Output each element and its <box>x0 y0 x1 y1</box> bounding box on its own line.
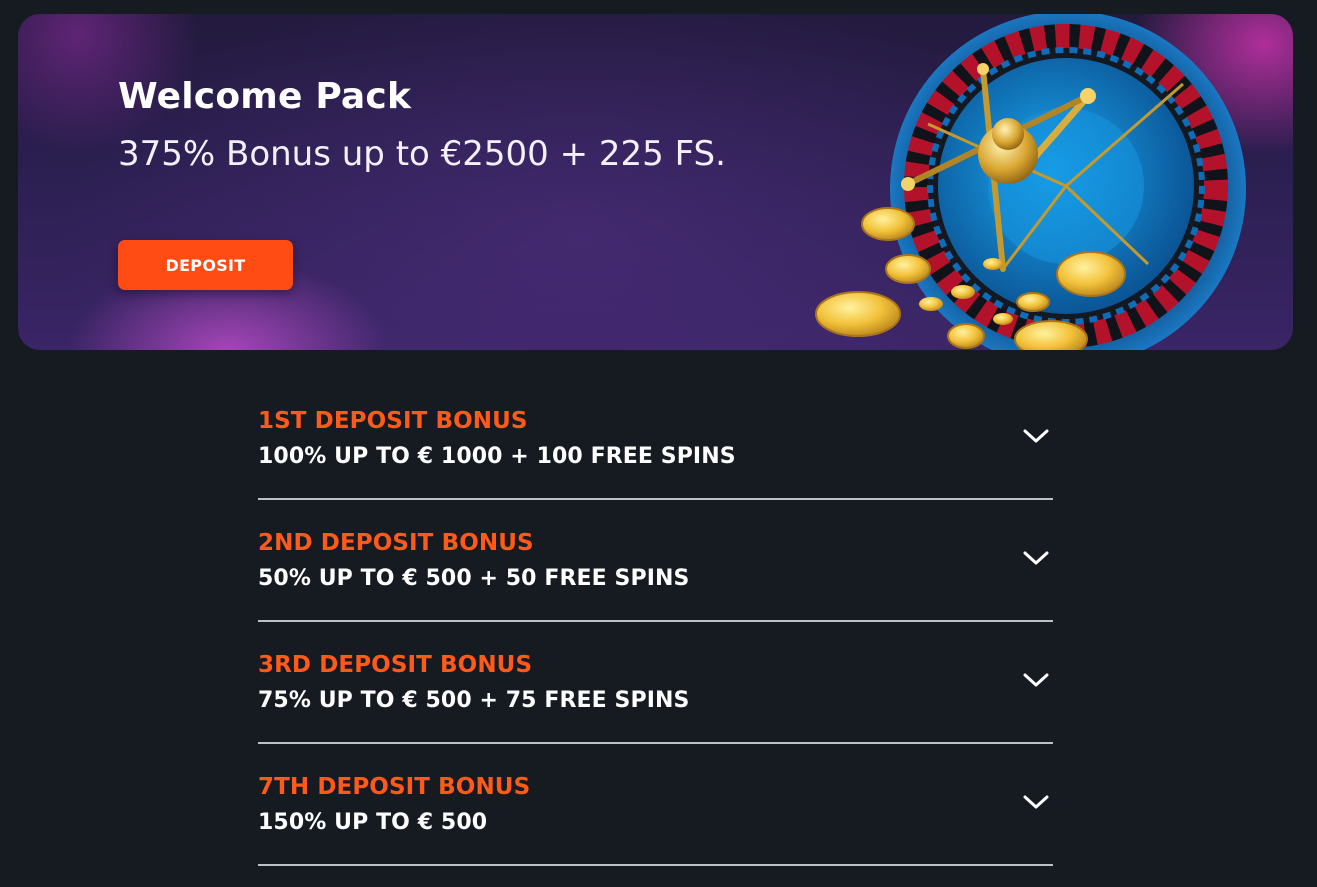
deposit-bonus-list: 1ST DEPOSIT BONUS 100% UP TO € 1000 + 10… <box>258 380 1053 866</box>
bonus-description: 150% UP TO € 500 <box>258 810 488 835</box>
roulette-wheel-illustration <box>815 14 1246 350</box>
chevron-down-icon[interactable] <box>1023 672 1049 688</box>
welcome-pack-banner: Welcome Pack 375% Bonus up to €2500 + 22… <box>18 14 1293 350</box>
bonus-title: 2ND DEPOSIT BONUS <box>258 530 534 556</box>
hero-subtitle: 375% Bonus up to €2500 + 225 FS. <box>118 134 726 174</box>
bonus-description: 100% UP TO € 1000 + 100 FREE SPINS <box>258 444 736 469</box>
bonus-item-1[interactable]: 1ST DEPOSIT BONUS 100% UP TO € 1000 + 10… <box>258 380 1053 500</box>
bonus-item-3[interactable]: 3RD DEPOSIT BONUS 75% UP TO € 500 + 75 F… <box>258 624 1053 744</box>
bonus-description: 50% UP TO € 500 + 50 FREE SPINS <box>258 566 690 591</box>
deposit-button[interactable]: DEPOSIT <box>118 240 293 290</box>
chevron-down-icon[interactable] <box>1023 550 1049 566</box>
bonus-title: 3RD DEPOSIT BONUS <box>258 652 533 678</box>
bonus-title: 1ST DEPOSIT BONUS <box>258 408 528 434</box>
bonus-item-2[interactable]: 2ND DEPOSIT BONUS 50% UP TO € 500 + 50 F… <box>258 502 1053 622</box>
bonus-description: 75% UP TO € 500 + 75 FREE SPINS <box>258 688 690 713</box>
bonus-item-4[interactable]: 7TH DEPOSIT BONUS 150% UP TO € 500 <box>258 746 1053 866</box>
chevron-down-icon[interactable] <box>1023 794 1049 810</box>
hero-title: Welcome Pack <box>118 76 412 117</box>
bonus-title: 7TH DEPOSIT BONUS <box>258 774 531 800</box>
chevron-down-icon[interactable] <box>1023 428 1049 444</box>
